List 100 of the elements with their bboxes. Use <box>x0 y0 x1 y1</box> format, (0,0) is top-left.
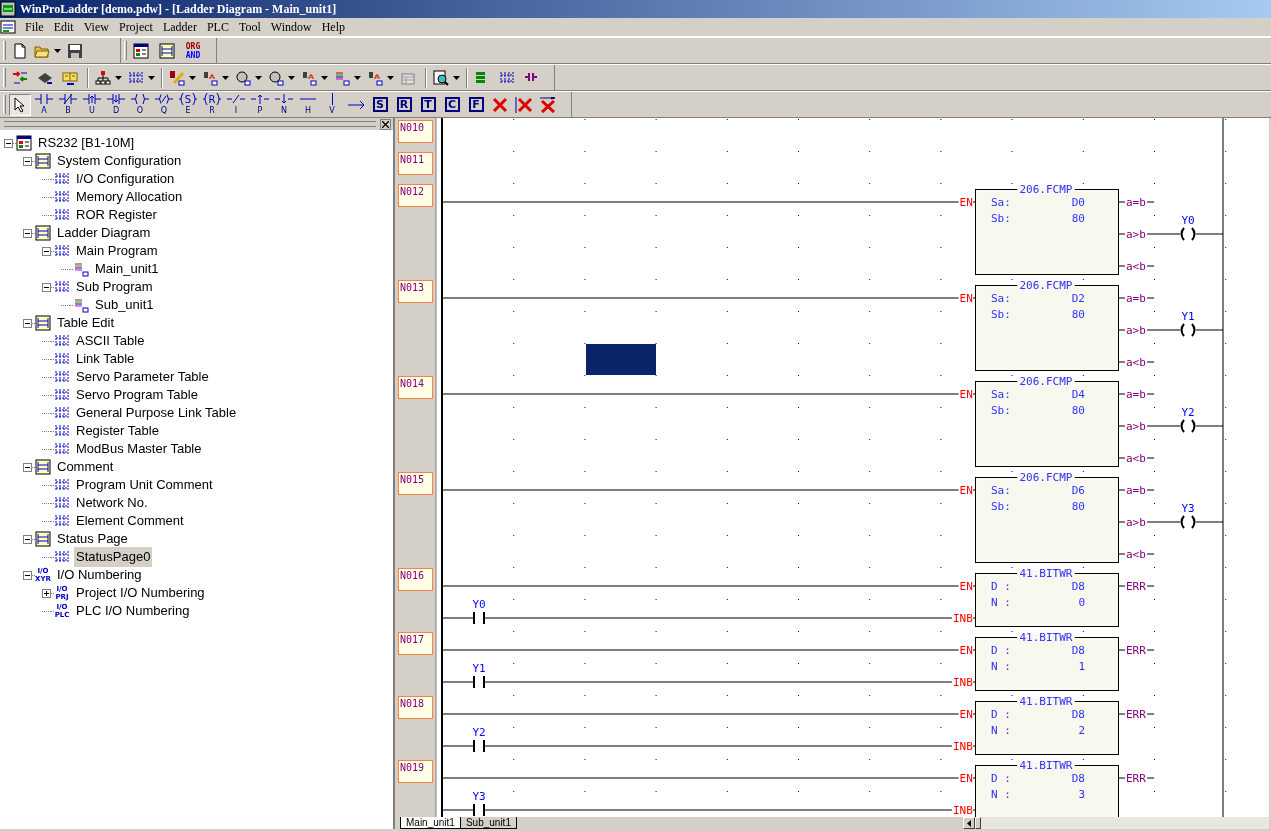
tree-item[interactable]: PLC I/O Numbering <box>74 601 192 621</box>
menu-item[interactable]: Help <box>316 19 350 35</box>
tree-item[interactable]: I/O Configuration <box>74 169 177 189</box>
ladder-tool-button[interactable]: S <box>369 93 391 116</box>
operand-name: D : <box>991 772 1011 785</box>
collapse-icon[interactable] <box>23 462 32 472</box>
tree-item[interactable]: Register Table <box>74 421 161 441</box>
tree-item[interactable]: Network No. <box>74 493 150 513</box>
tree-item[interactable]: Comment <box>55 457 116 477</box>
coil-symbol[interactable] <box>1180 323 1196 337</box>
tree-item[interactable]: Project I/O Numbering <box>74 583 207 603</box>
tree-item[interactable]: StatusPage0 <box>74 547 153 567</box>
ladder-tool-button[interactable]: C <box>441 93 463 116</box>
ladder-tool-button[interactable]: H <box>297 92 319 117</box>
tree-item[interactable]: Main Program <box>74 241 160 261</box>
ladder-tool-button[interactable]: O <box>129 92 151 117</box>
ladder-tool-button[interactable]: B <box>57 92 79 117</box>
ladder-tool-button[interactable]: R <box>393 93 415 116</box>
tree-item[interactable]: Main_unit1 <box>93 259 161 279</box>
contact-symbol[interactable] <box>473 803 485 817</box>
dropdown-arrow-icon <box>453 75 460 80</box>
tree-item[interactable]: Servo Parameter Table <box>74 367 211 387</box>
contact-symbol[interactable] <box>473 739 485 753</box>
tree-item[interactable]: Link Table <box>74 349 137 369</box>
ladder-tool-button[interactable]: A <box>33 92 55 117</box>
coil-symbol[interactable] <box>1180 227 1196 241</box>
network-label[interactable]: N015 <box>398 472 433 495</box>
menu-item[interactable]: PLC <box>201 19 234 35</box>
network-label[interactable]: N012 <box>398 184 433 207</box>
tree-item[interactable]: Element Comment <box>74 511 186 531</box>
ladder-tool-button[interactable]: F <box>465 93 487 116</box>
close-button[interactable] <box>380 118 391 130</box>
menu-item[interactable]: Project <box>113 19 158 35</box>
network-label[interactable]: N010 <box>398 120 433 143</box>
menu-item[interactable]: Edit <box>48 19 79 35</box>
ladder-tool-button[interactable]: R R <box>201 92 223 117</box>
collapse-icon[interactable] <box>42 282 51 292</box>
collapse-icon[interactable] <box>23 156 32 166</box>
operand-value: 2 <box>1078 724 1085 737</box>
ladder-tool-button[interactable]: S E <box>177 92 199 117</box>
collapse-icon[interactable] <box>23 534 32 544</box>
rung-wire <box>442 681 475 683</box>
ladder-icon <box>159 42 175 59</box>
network-label[interactable]: N017 <box>398 632 433 655</box>
network-label[interactable]: N013 <box>398 280 433 303</box>
coil-symbol[interactable] <box>1180 515 1196 529</box>
tree-item[interactable]: General Purpose Link Table <box>74 403 239 423</box>
sheet-tab[interactable]: Main_unit1 <box>400 817 461 829</box>
tree-item[interactable]: Sub Program <box>74 277 155 297</box>
tree-item[interactable]: Ladder Diagram <box>55 223 153 243</box>
network-label[interactable]: N014 <box>398 376 433 399</box>
pin-label: EN <box>959 196 973 209</box>
scroll-left-button[interactable] <box>963 817 975 829</box>
tree-item[interactable]: RS232 [B1-10M] <box>36 133 137 153</box>
ladder-tool-button[interactable]: Q <box>153 92 175 117</box>
ladder-tool-button[interactable]: V <box>321 92 343 117</box>
ladder-tool-button[interactable] <box>9 93 31 116</box>
collapse-icon[interactable] <box>42 246 51 256</box>
network-label[interactable]: N018 <box>398 696 433 719</box>
tree-item[interactable]: Status Page <box>55 529 130 549</box>
tree-item[interactable]: ModBus Master Table <box>74 439 204 459</box>
contact-symbol[interactable] <box>473 611 485 625</box>
tree-item[interactable]: Sub_unit1 <box>93 295 156 315</box>
ladder-tool-button[interactable]: D <box>105 92 127 117</box>
tree-item[interactable]: I/O Numbering <box>55 565 144 585</box>
grid-icon <box>54 405 70 421</box>
tree-item[interactable]: ASCII Table <box>74 331 147 351</box>
menu-item[interactable]: File <box>20 19 49 35</box>
tree-item[interactable]: ROR Register <box>74 205 159 225</box>
network-label[interactable]: N019 <box>398 760 433 783</box>
pin-label: INB <box>952 804 973 817</box>
tree-item[interactable]: Program Unit Comment <box>74 475 215 495</box>
network-label[interactable]: N016 <box>398 568 433 591</box>
collapse-icon[interactable] <box>23 318 32 328</box>
tree-item[interactable]: System Configuration <box>55 151 184 171</box>
pin-label: INB <box>952 676 973 689</box>
tree-item[interactable]: Memory Allocation <box>74 187 185 207</box>
ladder-tool-button[interactable]: I <box>225 92 247 117</box>
menu-item[interactable]: Window <box>265 19 317 35</box>
ladder-tool-button[interactable]: P <box>249 92 271 117</box>
pin-label: INB <box>952 612 973 625</box>
menu-item[interactable]: Tool <box>233 19 266 35</box>
collapse-icon[interactable] <box>23 228 32 238</box>
org-and-button[interactable]: ORG AND <box>182 39 204 62</box>
coil-symbol[interactable] <box>1180 419 1196 433</box>
collapse-icon[interactable] <box>23 570 32 580</box>
collapse-icon[interactable] <box>4 138 13 148</box>
menu-item[interactable]: View <box>78 19 114 35</box>
ladder-tool-button[interactable]: U <box>81 92 103 117</box>
sheet-tab[interactable]: Sub_unit1 <box>459 817 517 829</box>
ladder-tool-button[interactable]: T <box>417 93 439 116</box>
expand-icon[interactable] <box>42 588 51 598</box>
ladder-tool-button[interactable]: N <box>273 92 295 117</box>
menu-item[interactable]: Ladder <box>157 19 202 35</box>
horizontal-scrollbar[interactable] <box>963 817 1269 829</box>
contact-symbol[interactable] <box>473 675 485 689</box>
network-label[interactable]: N011 <box>398 152 433 175</box>
scroll-thumb[interactable] <box>975 817 981 829</box>
tree-item[interactable]: Servo Program Table <box>74 385 200 405</box>
tree-item[interactable]: Table Edit <box>55 313 117 333</box>
